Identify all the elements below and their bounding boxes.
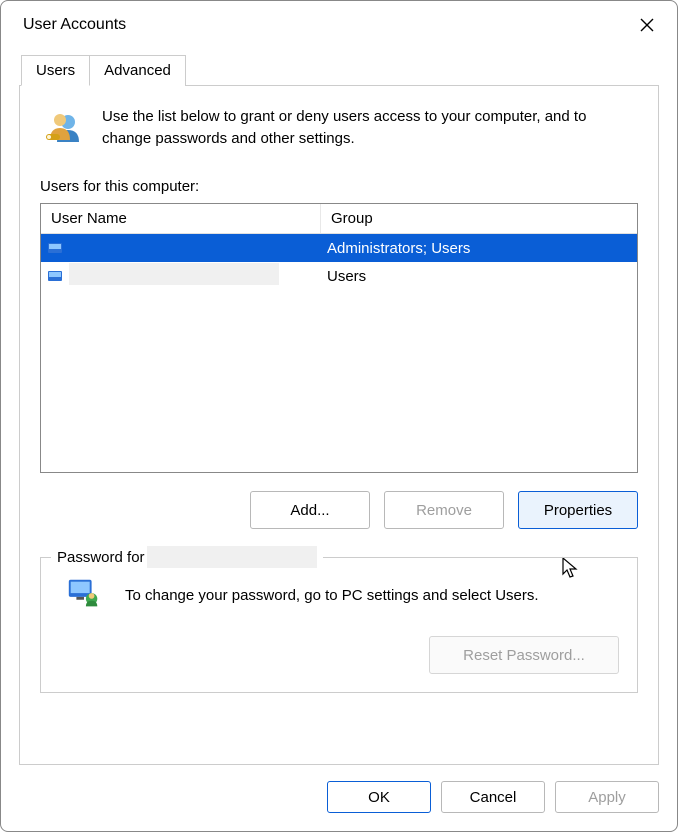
redacted-username — [69, 263, 279, 285]
user-list[interactable]: User Name Group Administrators; Users Us… — [40, 203, 638, 473]
intro-text: Use the list below to grant or deny user… — [102, 106, 638, 150]
user-icon — [47, 268, 63, 284]
user-buttons-row: Add... Remove Properties — [40, 491, 638, 529]
properties-button[interactable]: Properties — [518, 491, 638, 529]
intro-section: Use the list below to grant or deny user… — [40, 106, 638, 150]
list-header: User Name Group — [41, 204, 637, 234]
user-monitor-icon — [65, 576, 103, 614]
tab-strip: Users Advanced — [21, 55, 677, 86]
dialog-footer: OK Cancel Apply — [1, 765, 677, 831]
tab-panel-users: Use the list below to grant or deny user… — [19, 85, 659, 765]
user-row[interactable]: Users — [41, 262, 637, 290]
window-title: User Accounts — [23, 16, 126, 34]
user-row[interactable]: Administrators; Users — [41, 234, 637, 262]
column-header-group[interactable]: Group — [321, 204, 637, 233]
password-section: Password for To change your password, go… — [40, 557, 638, 693]
user-accounts-window: User Accounts Users Advanced Use the lis… — [0, 0, 678, 832]
password-button-row: Reset Password... — [59, 636, 619, 674]
password-info-row: To change your password, go to PC settin… — [59, 576, 619, 614]
user-name-cell — [69, 263, 321, 289]
password-instruction-text: To change your password, go to PC settin… — [125, 587, 539, 604]
reset-password-button: Reset Password... — [429, 636, 619, 674]
redacted-username — [69, 235, 279, 257]
user-name-cell — [69, 235, 321, 261]
tab-users[interactable]: Users — [21, 55, 90, 86]
add-button[interactable]: Add... — [250, 491, 370, 529]
redacted-username — [147, 546, 317, 568]
tab-advanced[interactable]: Advanced — [89, 55, 186, 86]
users-keys-icon — [44, 110, 84, 150]
user-list-label: Users for this computer: — [40, 178, 638, 195]
ok-button[interactable]: OK — [327, 781, 431, 813]
close-icon — [640, 18, 654, 32]
user-icon — [47, 240, 63, 256]
user-group-cell: Administrators; Users — [321, 240, 637, 257]
user-group-cell: Users — [321, 268, 637, 285]
apply-button: Apply — [555, 781, 659, 813]
close-button[interactable] — [633, 11, 661, 39]
cancel-button[interactable]: Cancel — [441, 781, 545, 813]
password-legend-prefix: Password for — [57, 549, 145, 566]
column-header-username[interactable]: User Name — [41, 204, 321, 233]
remove-button: Remove — [384, 491, 504, 529]
password-legend: Password for — [51, 546, 323, 568]
titlebar: User Accounts — [1, 1, 677, 47]
